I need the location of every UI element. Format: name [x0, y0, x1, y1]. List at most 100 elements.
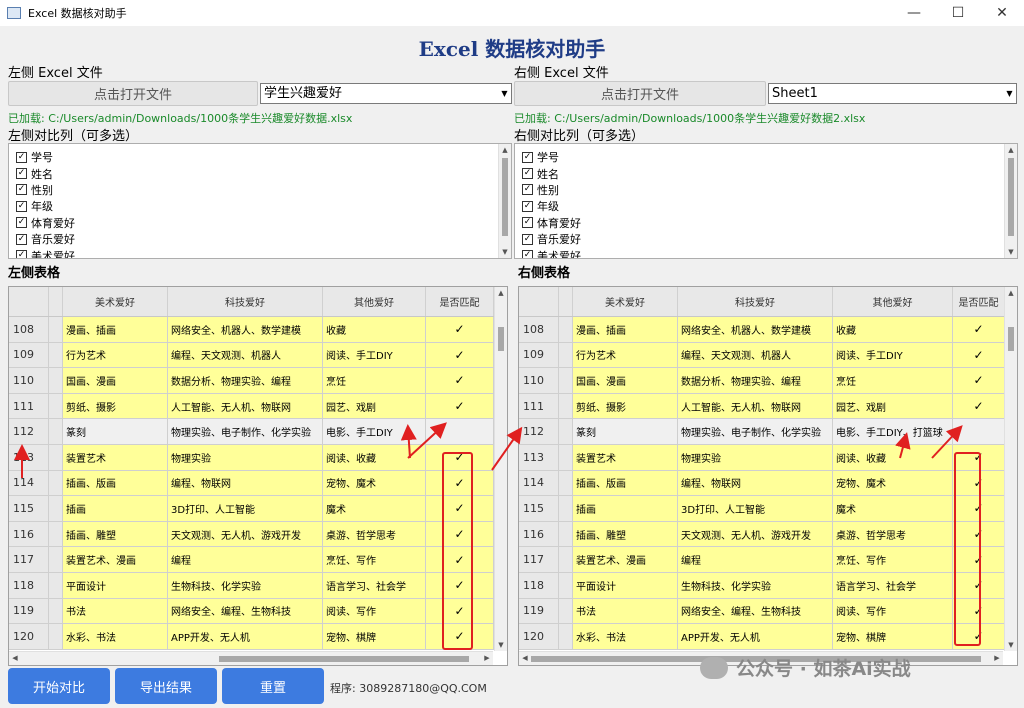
table-cell[interactable]: 装置艺术、漫画: [63, 547, 168, 573]
left-column-list[interactable]: ✓ 学号 ✓ 姓名 ✓ 性别 ✓ 年级 ✓ 体育爱好 ✓ 音乐爱好 ✓ 美术爱好 ▲ ▼: [8, 143, 512, 259]
column-checkbox-item[interactable]: ✓ 年级: [515, 198, 1017, 214]
table-row[interactable]: 110 国画、漫画 数据分析、物理实验、编程 烹饪 ✓: [519, 368, 1005, 394]
table-cell[interactable]: 天文观测、无人机、游戏开发: [678, 521, 833, 548]
row-number[interactable]: 110: [519, 368, 559, 394]
table-cell[interactable]: 烹饪: [323, 368, 426, 394]
table-cell[interactable]: 物理实验、电子制作、化学实验: [168, 419, 323, 445]
table-cell[interactable]: 编程: [168, 547, 323, 573]
table-cell[interactable]: 装置艺术: [573, 444, 678, 471]
match-cell[interactable]: [426, 419, 494, 445]
row-number[interactable]: 108: [519, 317, 559, 343]
scroll-left-icon[interactable]: ◀: [519, 652, 531, 665]
column-header[interactable]: 其他爱好: [323, 287, 426, 316]
row-number[interactable]: 116: [9, 521, 49, 548]
table-cell[interactable]: 水彩、书法: [573, 624, 678, 650]
table-row[interactable]: 109 行为艺术 编程、天文观测、机器人 阅读、手工DIY ✓: [519, 342, 1005, 369]
start-compare-button[interactable]: 开始对比: [8, 668, 110, 704]
row-number[interactable]: 109: [519, 342, 559, 369]
table-row[interactable]: 115 插画 3D打印、人工智能 魔术 ✓: [9, 496, 494, 522]
left-column-list-scrollbar[interactable]: ▲ ▼: [498, 144, 511, 258]
table-cell[interactable]: 插画、版画: [573, 470, 678, 497]
row-number[interactable]: 110: [9, 368, 49, 394]
right-open-file-button[interactable]: 点击打开文件: [514, 81, 766, 106]
table-cell[interactable]: 阅读、手工DIY: [323, 342, 426, 369]
table-row[interactable]: 119 书法 网络安全、编程、生物科技 阅读、写作 ✓: [9, 598, 494, 625]
row-number[interactable]: 118: [9, 572, 49, 599]
table-cell[interactable]: 生物科技、化学实验: [168, 572, 323, 599]
table-row[interactable]: 112 篆刻 物理实验、电子制作、化学实验 电影、手工DIY、打篮球: [519, 419, 1005, 445]
column-checkbox-item[interactable]: ✓ 性别: [9, 182, 511, 198]
table-cell[interactable]: 人工智能、无人机、物联网: [168, 393, 323, 420]
table-cell[interactable]: 3D打印、人工智能: [678, 496, 833, 522]
row-number[interactable]: 114: [9, 470, 49, 497]
checkbox-checked-icon[interactable]: ✓: [16, 217, 27, 229]
scroll-down-icon[interactable]: ▼: [1005, 639, 1017, 651]
table-row[interactable]: 109 行为艺术 编程、天文观测、机器人 阅读、手工DIY ✓: [9, 342, 494, 369]
table-cell[interactable]: 网络安全、编程、生物科技: [168, 598, 323, 625]
row-number[interactable]: 117: [519, 547, 559, 573]
scroll-thumb[interactable]: [502, 158, 508, 236]
table-cell[interactable]: 编程、天文观测、机器人: [678, 342, 833, 369]
column-checkbox-item[interactable]: ✓ 美术爱好: [515, 247, 1017, 258]
table-row[interactable]: 111 剪纸、摄影 人工智能、无人机、物联网 园艺、戏剧 ✓: [9, 393, 494, 420]
table-cell[interactable]: 书法: [573, 598, 678, 625]
left-table-vscroll[interactable]: ▲ ▼: [494, 287, 507, 651]
table-cell[interactable]: 阅读、写作: [323, 598, 426, 625]
row-number[interactable]: 119: [9, 598, 49, 625]
table-cell[interactable]: 网络安全、编程、生物科技: [678, 598, 833, 625]
table-cell[interactable]: 编程、物联网: [678, 470, 833, 497]
table-row[interactable]: 120 水彩、书法 APP开发、无人机 宠物、棋牌 ✓: [519, 624, 1005, 650]
scroll-thumb[interactable]: [219, 656, 469, 662]
table-cell[interactable]: 烹饪: [833, 368, 953, 394]
table-cell[interactable]: 桌游、哲学思考: [323, 521, 426, 548]
scroll-up-icon[interactable]: ▲: [1005, 287, 1017, 299]
scroll-down-icon[interactable]: ▼: [499, 246, 511, 258]
table-cell[interactable]: 物理实验: [678, 444, 833, 471]
row-number[interactable]: 117: [9, 547, 49, 573]
table-cell[interactable]: 烹饪、写作: [833, 547, 953, 573]
column-checkbox-item[interactable]: ✓ 学号: [9, 149, 511, 165]
table-row[interactable]: 119 书法 网络安全、编程、生物科技 阅读、写作 ✓: [519, 598, 1005, 625]
right-table[interactable]: 美术爱好 科技爱好 其他爱好 是否匹配 108 漫画、插画 网络安全、机器人、数学建…: [518, 286, 1018, 666]
table-cell[interactable]: 魔术: [323, 496, 426, 522]
table-cell[interactable]: 园艺、戏剧: [833, 393, 953, 420]
row-number[interactable]: 115: [9, 496, 49, 522]
table-cell[interactable]: 插画: [573, 496, 678, 522]
scroll-thumb[interactable]: [1008, 327, 1014, 351]
table-cell[interactable]: 编程: [678, 547, 833, 573]
scroll-up-icon[interactable]: ▲: [1005, 144, 1017, 156]
column-checkbox-item[interactable]: ✓ 音乐爱好: [515, 231, 1017, 247]
row-number[interactable]: 119: [519, 598, 559, 625]
table-cell[interactable]: 行为艺术: [573, 342, 678, 369]
column-checkbox-item[interactable]: ✓ 姓名: [9, 165, 511, 181]
table-row[interactable]: 118 平面设计 生物科技、化学实验 语言学习、社会学 ✓: [9, 572, 494, 599]
column-header[interactable]: 美术爱好: [63, 287, 168, 316]
column-header[interactable]: 美术爱好: [573, 287, 678, 316]
table-cell[interactable]: 语言学习、社会学: [833, 572, 953, 599]
table-cell[interactable]: 烹饪、写作: [323, 547, 426, 573]
checkbox-checked-icon[interactable]: ✓: [16, 151, 27, 163]
scroll-right-icon[interactable]: ▶: [481, 652, 493, 665]
table-cell[interactable]: 数据分析、物理实验、编程: [678, 368, 833, 394]
checkbox-checked-icon[interactable]: ✓: [16, 200, 27, 212]
table-cell[interactable]: 生物科技、化学实验: [678, 572, 833, 599]
scroll-left-icon[interactable]: ◀: [9, 652, 21, 665]
right-table-vscroll[interactable]: ▲ ▼: [1004, 287, 1017, 651]
row-number[interactable]: 112: [519, 419, 559, 445]
scroll-right-icon[interactable]: ▶: [991, 652, 1003, 665]
table-cell[interactable]: 数据分析、物理实验、编程: [168, 368, 323, 394]
row-number[interactable]: 120: [9, 624, 49, 650]
table-row[interactable]: 108 漫画、插画 网络安全、机器人、数学建模 收藏 ✓: [519, 317, 1005, 343]
scroll-thumb[interactable]: [498, 327, 504, 351]
table-cell[interactable]: 编程、天文观测、机器人: [168, 342, 323, 369]
table-cell[interactable]: 宠物、棋牌: [323, 624, 426, 650]
right-sheet-select[interactable]: Sheet1 ▼: [768, 83, 1017, 104]
row-number[interactable]: 120: [519, 624, 559, 650]
checkbox-checked-icon[interactable]: ✓: [522, 250, 533, 258]
table-row[interactable]: 118 平面设计 生物科技、化学实验 语言学习、社会学 ✓: [519, 572, 1005, 599]
table-cell[interactable]: 宠物、魔术: [833, 470, 953, 497]
left-open-file-button[interactable]: 点击打开文件: [8, 81, 258, 106]
row-number[interactable]: 113: [519, 444, 559, 471]
table-cell[interactable]: 水彩、书法: [63, 624, 168, 650]
match-cell[interactable]: ✓: [426, 342, 494, 369]
